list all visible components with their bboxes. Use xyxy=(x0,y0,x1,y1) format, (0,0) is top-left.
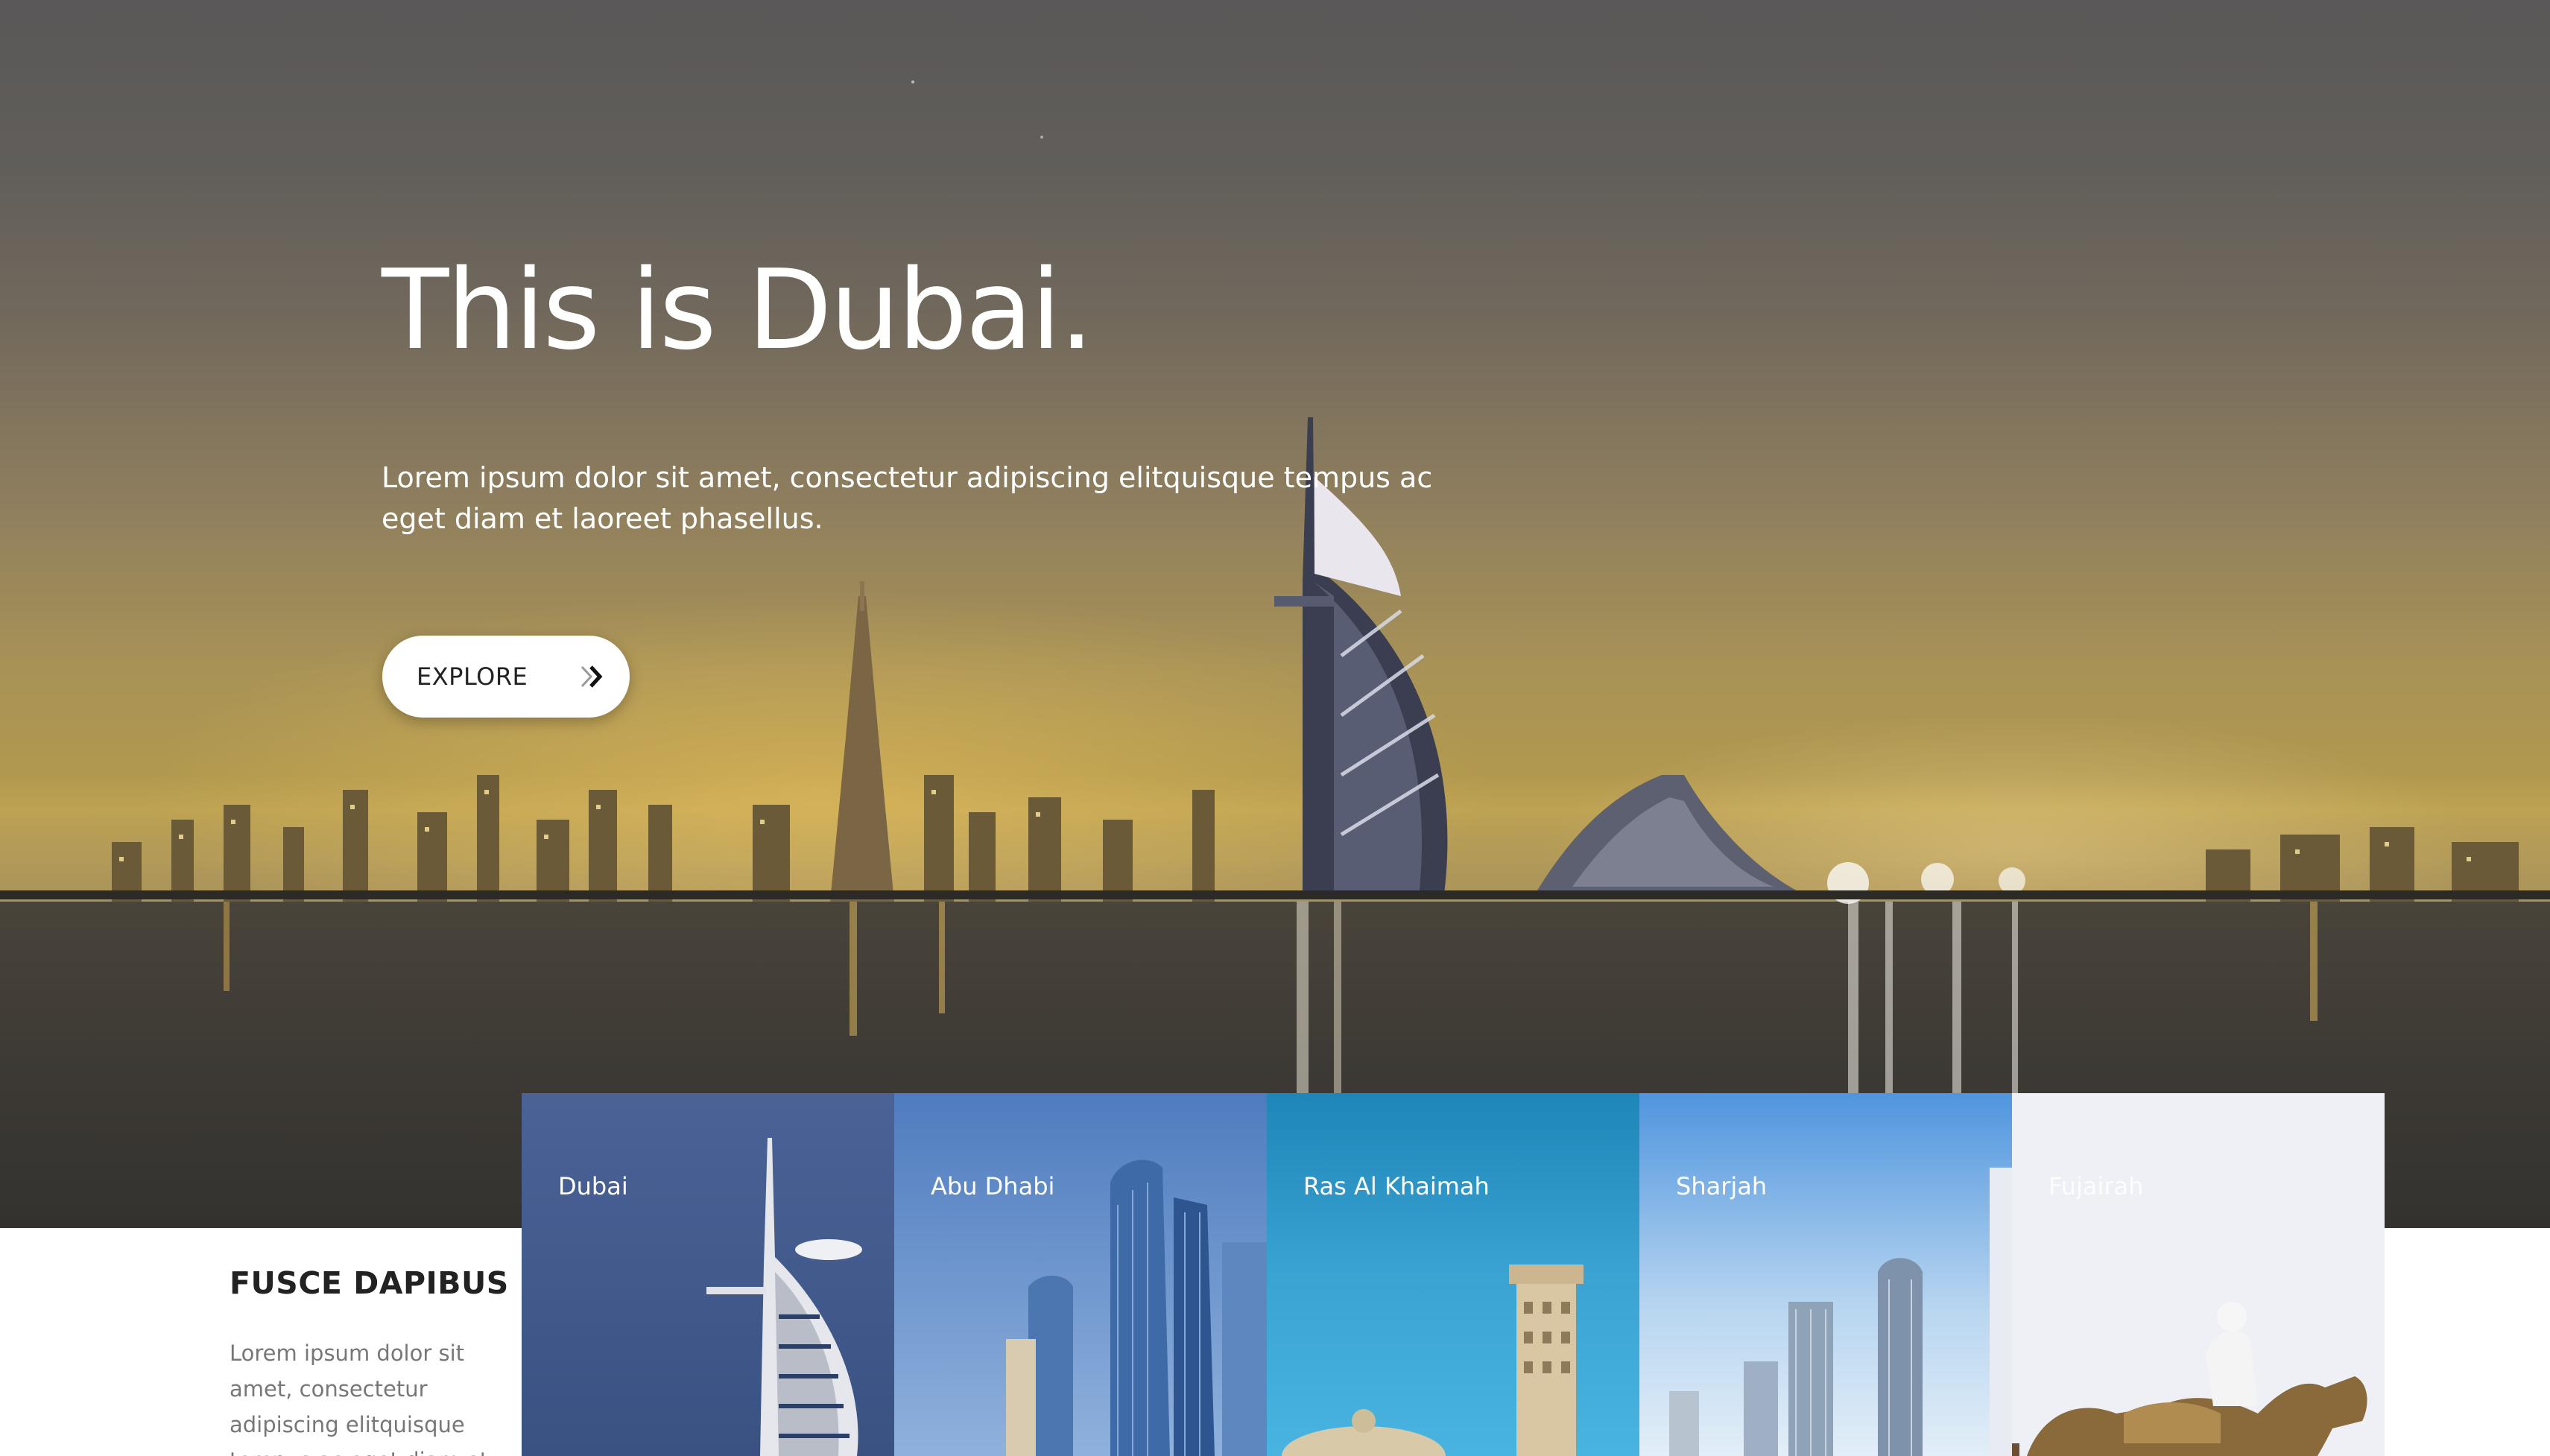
dubai-skyline-image xyxy=(0,80,2550,1228)
card-ras-al-khaimah[interactable]: Ras Al Khaimah xyxy=(1267,1093,1639,1456)
card-label: Ras Al Khaimah xyxy=(1303,1172,1490,1200)
card-dubai[interactable]: Dubai xyxy=(522,1093,894,1456)
fujairah-card-image xyxy=(2012,1093,2385,1456)
card-fujairah[interactable]: Fujairah xyxy=(2012,1093,2385,1456)
explore-button-label: EXPLORE xyxy=(417,662,528,691)
double-chevron-right-icon xyxy=(580,665,603,688)
sharjah-card-image xyxy=(1639,1093,2012,1456)
hero-description: Lorem ipsum dolor sit amet, consectetur … xyxy=(382,461,1433,535)
hero-title: This is Dubai. xyxy=(382,246,1094,374)
ras-al-khaimah-card-image xyxy=(1267,1093,1639,1456)
section-description: Lorem ipsum dolor sit amet, consectetur … xyxy=(230,1341,488,1456)
section-heading: FUSCE DAPIBUS xyxy=(230,1265,509,1301)
explore-button[interactable]: EXPLORE xyxy=(382,636,630,718)
card-label: Sharjah xyxy=(1676,1172,1768,1200)
card-label: Abu Dhabi xyxy=(931,1172,1055,1200)
destination-cards: Dubai Abu Dhabi Ras Al Khaimah Sharjah F… xyxy=(522,1093,2385,1456)
card-sharjah[interactable]: Sharjah xyxy=(1639,1093,2012,1456)
card-abu-dhabi[interactable]: Abu Dhabi xyxy=(894,1093,1267,1456)
card-label: Dubai xyxy=(558,1172,628,1200)
dubai-card-image xyxy=(522,1093,894,1456)
hero-banner: This is Dubai. Lorem ipsum dolor sit ame… xyxy=(0,0,2550,1228)
card-label: Fujairah xyxy=(2048,1172,2144,1200)
abu-dhabi-card-image xyxy=(894,1093,1267,1456)
